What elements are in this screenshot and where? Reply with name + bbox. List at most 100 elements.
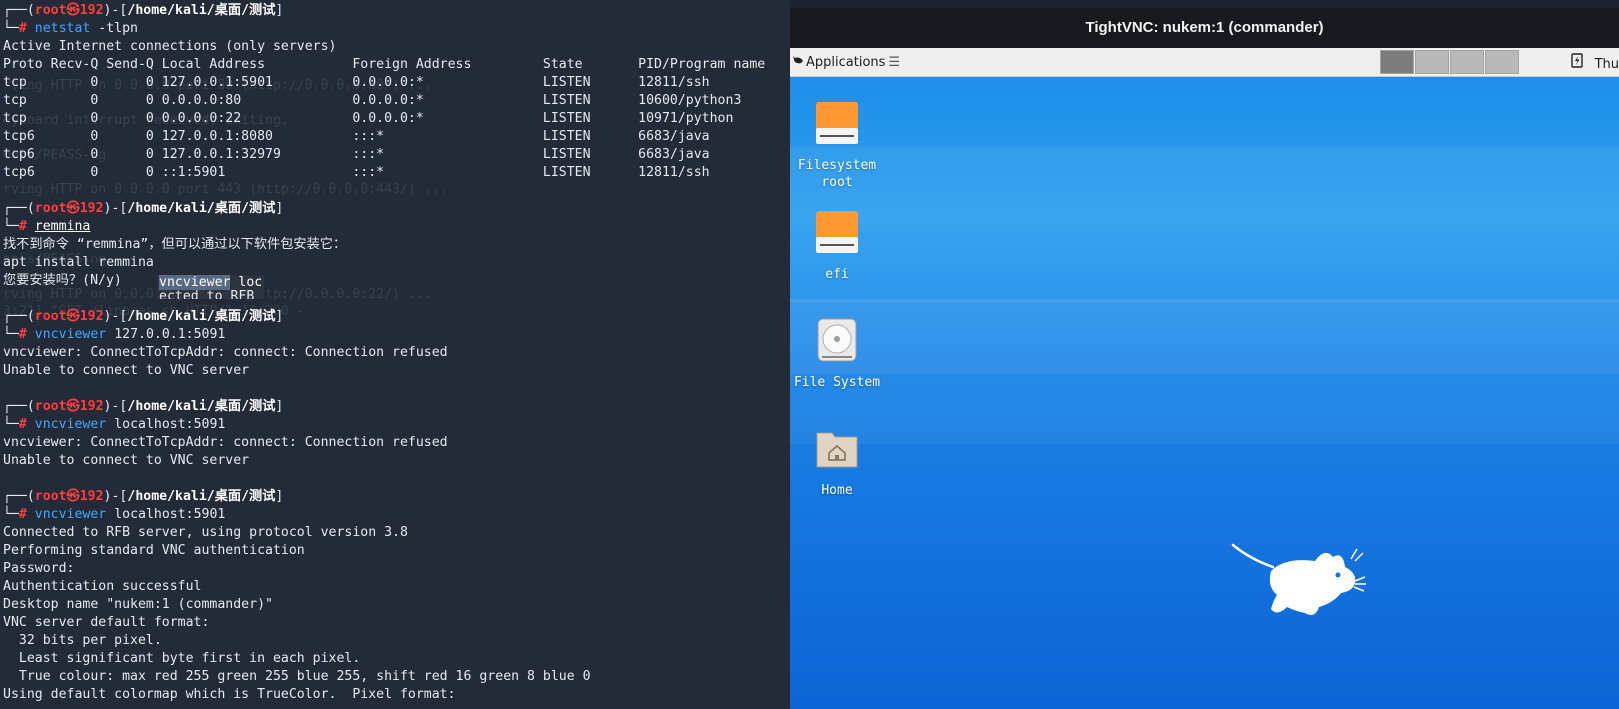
- desktop-icon-filesystem-root[interactable]: Filesystem root: [790, 100, 897, 191]
- prompt-hash: #: [18, 219, 35, 234]
- command-name: netstat: [34, 21, 91, 36]
- command-args: 127.0.0.1:5091: [106, 327, 226, 342]
- prompt-hash: #: [18, 507, 35, 522]
- workspace-4[interactable]: [1485, 50, 1519, 74]
- output-line: vncviewer: ConnectToTcpAddr: connect: Co…: [3, 345, 448, 360]
- terminal-window[interactable]: rving HTTP on 0.0.0.0 port 80 (http://0.…: [0, 0, 790, 709]
- prompt-path: /home/kali/桌面/测试: [127, 489, 276, 504]
- output-line: tcp 0 0 0.0.0.0:80 0.0.0.0:* LISTEN 1060…: [3, 93, 742, 108]
- command-name: vncviewer: [34, 417, 107, 432]
- prompt-frame: ]: [275, 3, 284, 18]
- prompt-frame: ┌──(: [3, 309, 35, 324]
- prompt-symbol: ㉿: [66, 399, 80, 414]
- output-line: 您要安装吗？(N/y): [3, 273, 122, 288]
- desktop-icon-file-system[interactable]: File System: [790, 317, 897, 391]
- xfce-top-panel: Applications ☰ Thu: [790, 48, 1619, 77]
- prompt-user: root: [34, 201, 67, 216]
- prompt-symbol: ㉿: [66, 201, 80, 216]
- output-line: apt install remmina: [3, 255, 154, 270]
- output-line: Password:: [3, 561, 75, 576]
- popup-rest: loc: [230, 275, 263, 290]
- prompt-frame: └─: [3, 327, 19, 342]
- prompt-user: root: [34, 399, 67, 414]
- icon-label-line1: efi: [825, 267, 849, 282]
- command-name: remmina: [34, 219, 91, 234]
- prompt-path: /home/kali/桌面/测试: [127, 3, 276, 18]
- command-name: vncviewer: [34, 507, 107, 522]
- output-line: Least significant byte first in each pix…: [3, 651, 361, 666]
- output-line: Unable to connect to VNC server: [3, 363, 250, 378]
- output-line: Authentication successful: [3, 579, 202, 594]
- prompt-frame: ┌──(: [3, 3, 35, 18]
- command-name: vncviewer: [34, 327, 107, 342]
- prompt-frame: )-[: [103, 399, 128, 414]
- output-line: Proto Recv-Q Send-Q Local Address Foreig…: [3, 57, 766, 72]
- prompt-host: 192: [79, 399, 104, 414]
- prompt-symbol: ㉿: [66, 3, 80, 18]
- panel-right-area: Thu: [1570, 52, 1619, 75]
- vnc-titlebar[interactable]: TightVNC: nukem:1 (commander): [790, 8, 1619, 48]
- output-line: tcp 0 0 127.0.0.1:5901 0.0.0.0:* LISTEN …: [3, 75, 710, 90]
- drive-icon: [790, 100, 897, 151]
- desktop[interactable]: Filesystem root efi File System Home: [790, 77, 1619, 709]
- prompt-path: /home/kali/桌面/测试: [127, 309, 276, 324]
- command-line: └─# vncviewer localhost:5091: [3, 416, 765, 434]
- wallpaper-band: [790, 146, 1619, 302]
- menu-separator-icon: ☰: [888, 55, 901, 70]
- prompt-hash: #: [18, 327, 35, 342]
- prompt-line: ┌──(root㉿192)-[/home/kali/桌面/测试]: [3, 398, 765, 416]
- prompt-symbol: ㉿: [66, 309, 80, 324]
- command-args: localhost:5091: [106, 417, 226, 432]
- vnc-window-title: TightVNC: nukem:1 (commander): [1085, 19, 1324, 36]
- output-line: tcp 0 0 0.0.0.0:22 0.0.0.0:* LISTEN 1097…: [3, 111, 734, 126]
- prompt-frame: └─: [3, 417, 19, 432]
- prompt-path: /home/kali/桌面/测试: [127, 201, 276, 216]
- prompt-user: root: [34, 489, 67, 504]
- power-manager-icon[interactable]: [1570, 52, 1583, 75]
- workspace-1[interactable]: [1380, 50, 1414, 74]
- prompt-frame: )-[: [103, 489, 128, 504]
- prompt-frame: )-[: [103, 3, 128, 18]
- output-line: 找不到命令 “remmina”，但可以通过以下软件包安装它：: [3, 237, 347, 252]
- vnc-viewer-window[interactable]: TightVNC: nukem:1 (commander) Applicatio…: [790, 8, 1619, 709]
- prompt-path: /home/kali/桌面/测试: [127, 399, 276, 414]
- prompt-frame: ]: [275, 309, 284, 324]
- output-line: vncviewer: ConnectToTcpAddr: connect: Co…: [3, 435, 448, 450]
- home-folder-icon: [790, 425, 897, 476]
- prompt-symbol: ㉿: [66, 489, 80, 504]
- desktop-icon-efi[interactable]: efi: [790, 209, 897, 283]
- applications-label: Applications: [806, 55, 886, 70]
- drive-icon: [790, 209, 897, 260]
- output-line: VNC server default format:: [3, 615, 210, 630]
- prompt-line: ┌──(root㉿192)-[/home/kali/桌面/测试]: [3, 308, 765, 326]
- output-line: 32 bits per pixel.: [3, 633, 162, 648]
- prompt-frame: ┌──(: [3, 489, 35, 504]
- prompt-frame: └─: [3, 507, 19, 522]
- output-line: Using default colormap which is TrueColo…: [3, 687, 456, 702]
- workspace-2[interactable]: [1415, 50, 1449, 74]
- output-line: True colour: max red 255 green 255 blue …: [3, 669, 591, 684]
- output-line: tcp6 0 0 127.0.0.1:32979 :::* LISTEN 668…: [3, 147, 710, 162]
- desktop-icon-home[interactable]: Home: [790, 425, 897, 499]
- clock[interactable]: Thu: [1595, 57, 1619, 72]
- prompt-host: 192: [79, 201, 104, 216]
- output-line: Desktop name "nukem:1 (commander)": [3, 597, 273, 612]
- workspace-3[interactable]: [1450, 50, 1484, 74]
- prompt-frame: ]: [275, 399, 284, 414]
- applications-menu-button[interactable]: Applications ☰: [792, 52, 900, 72]
- icon-label-line1: Home: [821, 483, 853, 498]
- popup-line-2: ected to RFB: [159, 289, 255, 300]
- wallpaper-band: [790, 374, 1619, 444]
- command-args: -tlpn: [90, 21, 138, 36]
- output-line: tcp6 0 0 127.0.0.1:8080 :::* LISTEN 6683…: [3, 129, 710, 144]
- output-line: Unable to connect to VNC server: [3, 453, 250, 468]
- command-args: localhost:5901: [106, 507, 226, 522]
- prompt-frame: ┌──(: [3, 399, 35, 414]
- command-line: └─# netstat -tlpn: [3, 20, 765, 38]
- prompt-frame: ]: [275, 201, 284, 216]
- prompt-user: root: [34, 309, 67, 324]
- output-line: tcp6 0 0 ::1:5901 :::* LISTEN 12811/ssh: [3, 165, 710, 180]
- terminal-output: ┌──(root㉿192)-[/home/kali/桌面/测试] └─# nets…: [3, 2, 765, 704]
